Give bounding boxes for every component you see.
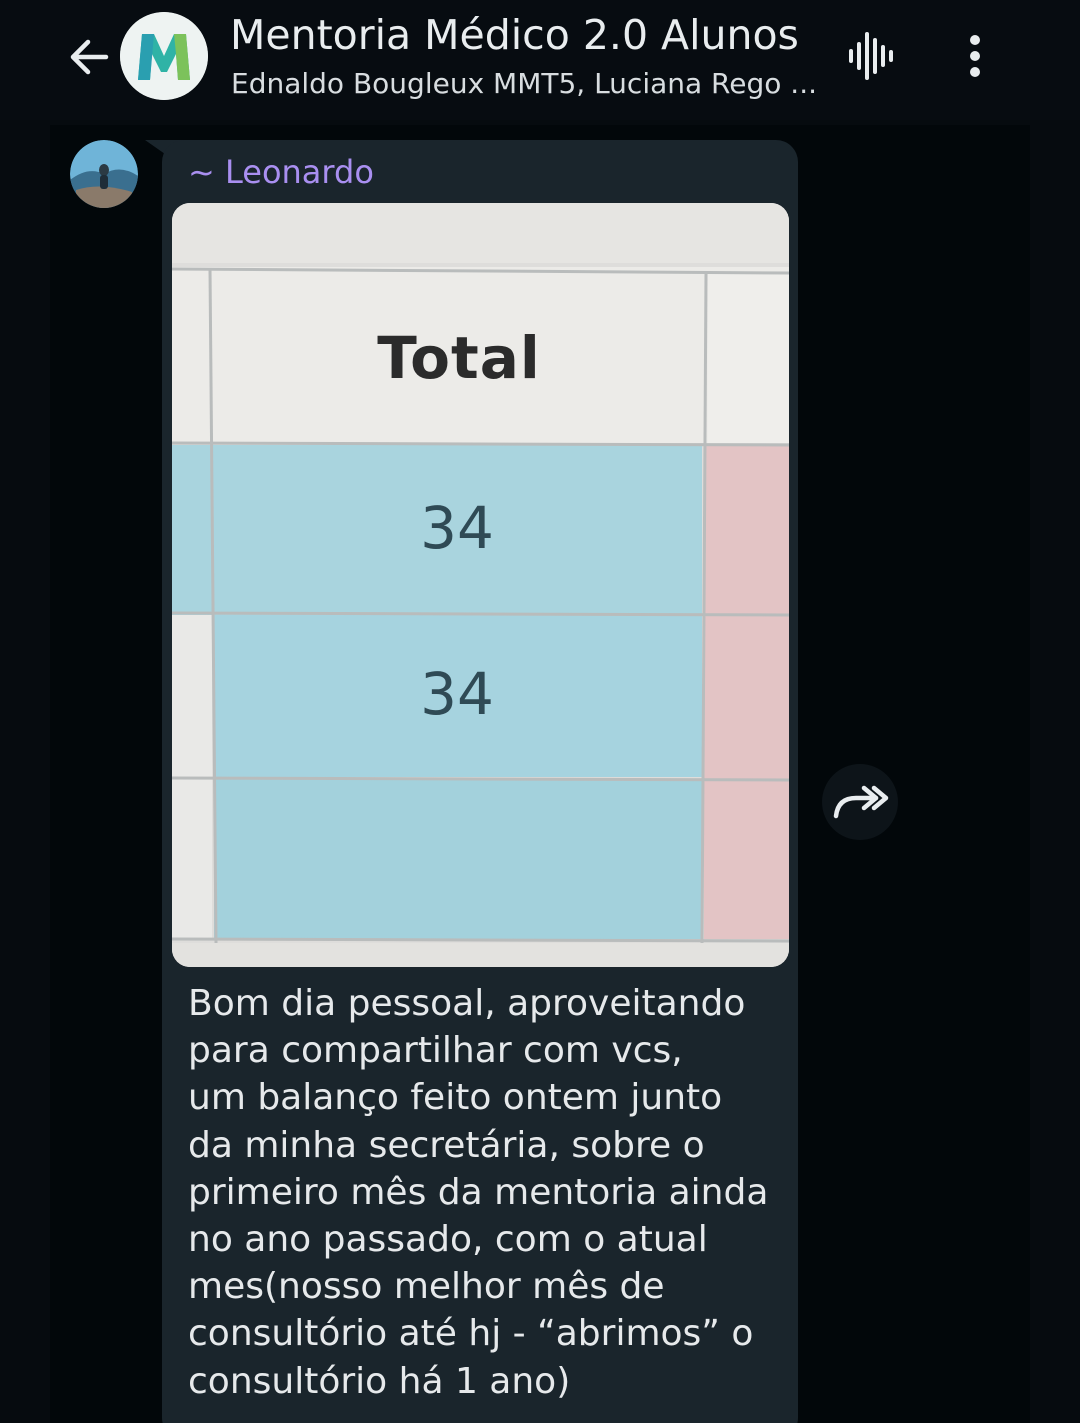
sender-name[interactable]: ~ Leonardo [188, 150, 374, 194]
photo-cell-value: 34 [420, 494, 494, 562]
message-text[interactable]: Bom dia pessoal, aproveitando para compa… [188, 980, 778, 1405]
more-options-button[interactable] [950, 26, 1000, 86]
arrow-left-icon [70, 39, 109, 75]
forward-button[interactable] [822, 764, 898, 840]
chat-header: Mentoria Médico 2.0 Alunos Ednaldo Bougl… [0, 0, 1080, 120]
photo-cell-value: 34 [420, 660, 494, 728]
voice-call-button[interactable] [840, 26, 900, 86]
sender-avatar[interactable] [70, 140, 138, 208]
chat-screen: Mentoria Médico 2.0 Alunos Ednaldo Bougl… [0, 0, 1080, 1423]
group-logo-icon [120, 12, 208, 100]
back-button[interactable] [62, 30, 116, 84]
photo-header-label: Total [377, 324, 541, 392]
forward-icon [833, 785, 889, 819]
group-avatar[interactable] [120, 12, 208, 100]
group-members-subtitle[interactable]: Ednaldo Bougleux MMT5, Luciana Rego ... [231, 64, 821, 104]
voice-call-icon [849, 32, 893, 80]
more-vertical-icon [970, 35, 980, 77]
profile-photo-icon [70, 140, 138, 208]
group-title[interactable]: Mentoria Médico 2.0 Alunos [230, 8, 830, 62]
